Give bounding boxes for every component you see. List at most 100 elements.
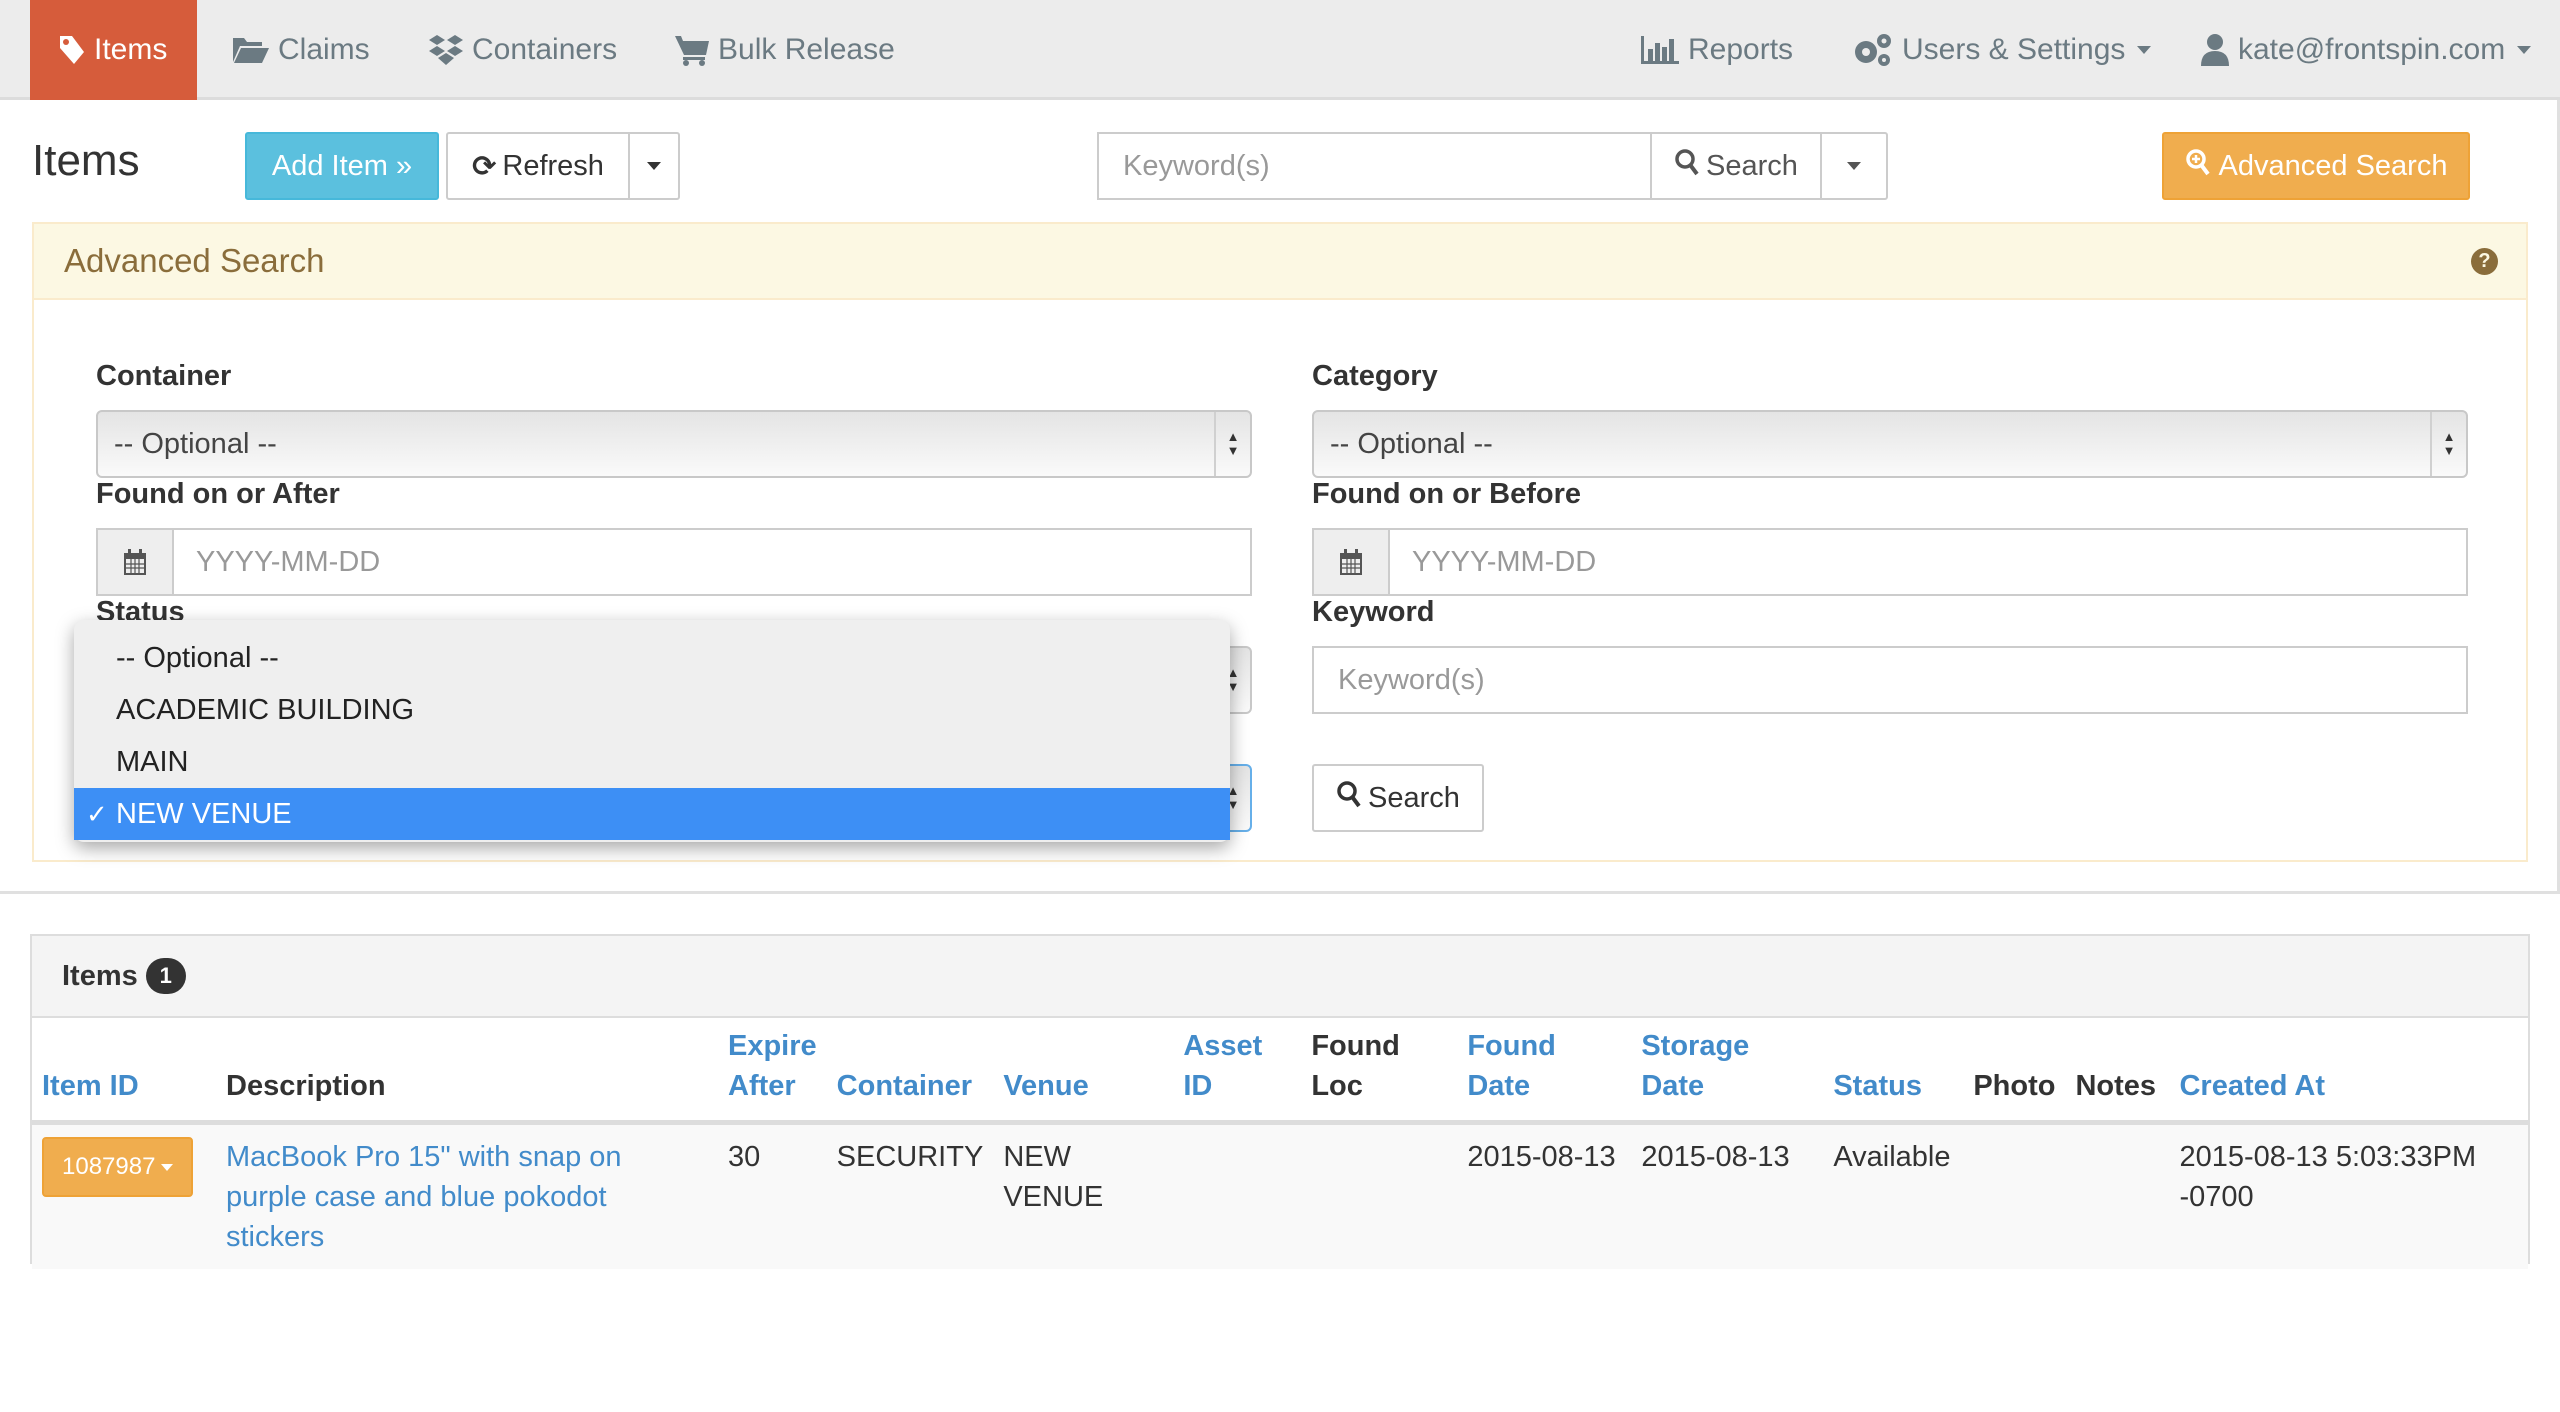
checkmark-icon: ✓ — [86, 798, 108, 829]
nav-users-settings[interactable]: Users & Settings — [1852, 0, 2152, 100]
cell-storage-date: 2015-08-13 — [1631, 1122, 1824, 1269]
venue-option-selected[interactable]: ✓ NEW VENUE — [74, 788, 1230, 840]
col-found-date[interactable]: Found Date — [1457, 1018, 1632, 1125]
cell-notes — [2065, 1122, 2170, 1269]
nav-items-label: Items — [94, 33, 168, 66]
nav-bulk-release[interactable]: Bulk Release — [674, 0, 895, 100]
container-label: Container — [96, 360, 232, 392]
nav-containers[interactable]: Containers — [428, 0, 617, 100]
add-item-button[interactable]: Add Item » — [245, 132, 439, 200]
col-notes: Notes — [2065, 1018, 2170, 1125]
keyword-search-input[interactable]: Keyword(s) — [1097, 132, 1652, 200]
calendar-icon[interactable] — [98, 530, 174, 594]
venue-option[interactable]: ACADEMIC BUILDING — [74, 684, 1230, 736]
nav-users-settings-label: Users & Settings — [1902, 33, 2126, 66]
nav-claims-label: Claims — [278, 33, 370, 66]
search-icon — [1674, 148, 1700, 184]
category-select[interactable]: -- Optional -- ▲ ▼ — [1312, 410, 2468, 478]
gears-icon — [1852, 32, 1894, 68]
cell-container: SECURITY — [826, 1122, 994, 1269]
found-after-field[interactable]: YYYY-MM-DD — [96, 528, 1252, 596]
cell-found-date: 2015-08-13 — [1457, 1122, 1632, 1269]
advanced-search-button[interactable]: Advanced Search — [2162, 132, 2470, 200]
refresh-icon: ⟳ — [472, 150, 497, 183]
cell-found-loc — [1301, 1122, 1458, 1269]
col-expire-after[interactable]: Expire After — [718, 1018, 827, 1125]
chevron-down-icon — [1847, 162, 1861, 170]
advanced-search-submit-button[interactable]: Search — [1312, 764, 1484, 832]
top-navbar: Items Claims Containers Bulk Release Rep… — [0, 0, 2560, 100]
found-after-input[interactable]: YYYY-MM-DD — [174, 530, 1250, 594]
advanced-search-heading: Advanced Search ? — [34, 224, 2526, 300]
refresh-button[interactable]: ⟳ Refresh — [446, 132, 630, 200]
nav-bulk-release-label: Bulk Release — [718, 33, 895, 66]
found-before-field[interactable]: YYYY-MM-DD — [1312, 528, 2468, 596]
nav-reports[interactable]: Reports — [1640, 0, 1793, 100]
found-before-input[interactable]: YYYY-MM-DD — [1390, 530, 2466, 594]
select-arrows-icon: ▲ ▼ — [1214, 412, 1250, 476]
items-panel: Items 1 Item ID Description Expire After… — [30, 934, 2530, 1269]
table-row: 1087987 MacBook Pro 15" with snap on pur… — [32, 1122, 2528, 1269]
nav-reports-label: Reports — [1688, 33, 1794, 66]
select-arrows-icon: ▲ ▼ — [2430, 412, 2466, 476]
found-before-label: Found on or Before — [1312, 478, 1582, 510]
user-icon — [2200, 33, 2230, 67]
nav-user-menu[interactable]: kate@frontspin.com — [2200, 0, 2532, 100]
advanced-search-label: Advanced Search — [2218, 149, 2448, 182]
refresh-label: Refresh — [502, 149, 604, 182]
chevron-down-icon — [647, 162, 661, 170]
col-created-at[interactable]: Created At — [2169, 1018, 2528, 1125]
calendar-icon[interactable] — [1314, 530, 1390, 594]
advanced-keyword-input[interactable]: Keyword(s) — [1312, 646, 2468, 714]
dropbox-icon — [428, 33, 464, 67]
venue-option-label: -- Optional -- — [116, 641, 279, 674]
search-button[interactable]: Search — [1650, 132, 1822, 200]
keyword-label: Keyword — [1312, 596, 1435, 628]
items-count-badge: 1 — [145, 958, 186, 994]
venue-option[interactable]: -- Optional -- — [74, 632, 1230, 684]
cell-item-id: 1087987 — [32, 1122, 216, 1269]
cell-venue: NEW VENUE — [993, 1122, 1174, 1269]
search-icon — [1336, 780, 1362, 816]
col-item-id[interactable]: Item ID — [32, 1018, 216, 1125]
nav-containers-label: Containers — [472, 33, 618, 66]
nav-user-label: kate@frontspin.com — [2238, 33, 2506, 66]
advanced-search-submit-label: Search — [1368, 781, 1460, 814]
col-venue[interactable]: Venue — [993, 1018, 1174, 1125]
category-label: Category — [1312, 360, 1438, 392]
cell-status: Available — [1823, 1122, 1964, 1269]
venue-option-label: ACADEMIC BUILDING — [116, 693, 415, 726]
col-storage-date[interactable]: Storage Date — [1631, 1018, 1824, 1125]
cell-description[interactable]: MacBook Pro 15" with snap on purple case… — [216, 1122, 718, 1269]
tag-icon — [58, 34, 86, 66]
item-id-button[interactable]: 1087987 — [42, 1137, 194, 1197]
category-select-value: -- Optional -- — [1330, 427, 1493, 460]
container-select[interactable]: -- Optional -- ▲ ▼ — [96, 410, 1252, 478]
col-asset-id[interactable]: Asset ID — [1173, 1018, 1302, 1125]
chevron-down-icon — [2517, 46, 2532, 54]
items-panel-title: Items — [62, 959, 138, 992]
advanced-search-title: Advanced Search — [64, 242, 325, 279]
folder-open-icon — [232, 35, 270, 65]
refresh-options-button[interactable] — [628, 132, 680, 200]
page-title: Items — [32, 136, 140, 185]
cell-photo — [1963, 1122, 2066, 1269]
search-options-button[interactable] — [1820, 132, 1888, 200]
cell-asset-id — [1173, 1122, 1302, 1269]
chevron-down-icon — [161, 1163, 174, 1171]
found-after-label: Found on or After — [96, 478, 340, 510]
table-header-row: Item ID Description Expire After Contain… — [32, 1018, 2528, 1125]
venue-option-label: NEW VENUE — [116, 797, 292, 830]
venue-option-label: MAIN — [116, 745, 189, 778]
nav-claims[interactable]: Claims — [232, 0, 370, 100]
question-circle-icon[interactable]: ? — [2471, 248, 2498, 275]
cart-icon — [674, 33, 710, 67]
nav-items[interactable]: Items — [30, 0, 198, 100]
col-status[interactable]: Status — [1823, 1018, 1964, 1125]
zoom-in-icon — [2185, 148, 2211, 184]
venue-option[interactable]: MAIN — [74, 736, 1230, 788]
bar-chart-icon — [1640, 35, 1680, 65]
chevron-down-icon — [2137, 46, 2152, 54]
search-label: Search — [1706, 149, 1798, 182]
col-container[interactable]: Container — [826, 1018, 994, 1125]
